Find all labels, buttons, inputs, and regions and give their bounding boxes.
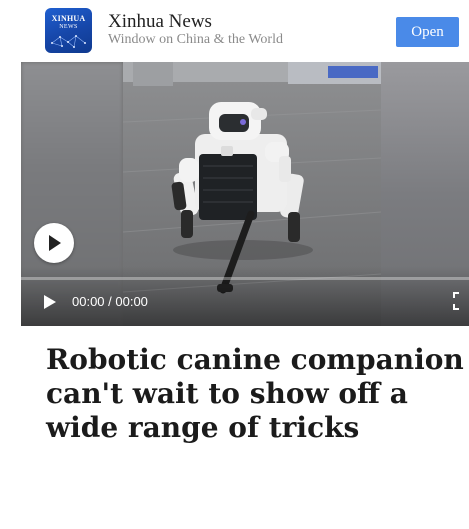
time-display: 00:00 / 00:00 (72, 294, 148, 309)
play-icon (49, 235, 61, 251)
control-play-button[interactable] (43, 295, 57, 311)
open-app-button[interactable]: Open (396, 17, 459, 47)
app-title: Xinhua News (108, 11, 212, 32)
center-play-button[interactable] (34, 223, 74, 263)
progress-bar[interactable] (21, 277, 469, 280)
video-player[interactable]: 00:00 / 00:00 (21, 62, 469, 326)
article-headline: Robotic canine companion can't wait to s… (46, 343, 464, 444)
logo-globe-icon (51, 35, 86, 48)
app-logo-icon[interactable]: XINHUA NEWS (45, 8, 92, 53)
play-icon (44, 295, 56, 309)
logo-text-line1: XINHUA (51, 14, 86, 23)
logo-text-line2: NEWS (59, 24, 78, 30)
fullscreen-icon[interactable] (453, 292, 469, 310)
app-subtitle: Window on China & the World (108, 32, 283, 47)
app-banner: XINHUA NEWS Xinhua News Window on China … (0, 0, 469, 62)
